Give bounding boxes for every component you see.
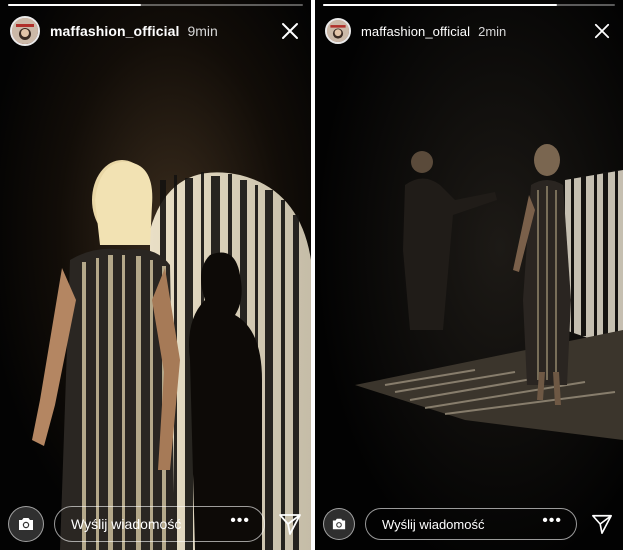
- avatar[interactable]: [10, 16, 40, 46]
- more-icon[interactable]: •••: [542, 513, 562, 535]
- story-username[interactable]: maffashion_official: [361, 24, 470, 39]
- message-input[interactable]: Wyślij wiadomość •••: [54, 506, 265, 542]
- story-panel-2[interactable]: maffashion_official 2min Wyślij wiadomoś…: [315, 0, 623, 550]
- avatar-image: [12, 18, 38, 44]
- camera-button[interactable]: [8, 506, 44, 542]
- story-header: maffashion_official 9min: [10, 14, 301, 48]
- story-time: 9min: [187, 23, 218, 39]
- avatar[interactable]: [325, 18, 351, 44]
- story-photo: [0, 0, 311, 550]
- story-progress-bar: [323, 4, 615, 6]
- avatar-image: [327, 20, 349, 42]
- story-header: maffashion_official 2min: [325, 14, 613, 48]
- send-icon: [592, 514, 612, 534]
- message-input[interactable]: Wyślij wiadomość •••: [365, 508, 577, 540]
- send-button[interactable]: [277, 511, 303, 537]
- story-photo: [315, 0, 623, 550]
- close-icon[interactable]: [591, 20, 613, 42]
- screenshot: maffashion_official 9min Wyślij wiadomoś…: [0, 0, 623, 550]
- send-icon: [279, 514, 301, 535]
- story-reply-bar: Wyślij wiadomość •••: [323, 504, 615, 544]
- story-progress-fill: [323, 4, 557, 6]
- story-progress-bar: [8, 4, 303, 6]
- story-username[interactable]: maffashion_official: [50, 23, 179, 39]
- story-time: 2min: [478, 23, 507, 39]
- camera-button[interactable]: [323, 508, 355, 540]
- message-placeholder: Wyślij wiadomość: [382, 516, 485, 532]
- close-icon[interactable]: [279, 20, 301, 42]
- message-placeholder: Wyślij wiadomość: [71, 516, 182, 532]
- story-progress-fill: [8, 4, 141, 6]
- story-reply-bar: Wyślij wiadomość •••: [8, 504, 303, 544]
- camera-icon: [19, 518, 33, 530]
- camera-icon: [332, 518, 346, 530]
- more-icon[interactable]: •••: [230, 513, 250, 535]
- story-panel-1[interactable]: maffashion_official 9min Wyślij wiadomoś…: [0, 0, 311, 550]
- send-button[interactable]: [589, 511, 615, 537]
